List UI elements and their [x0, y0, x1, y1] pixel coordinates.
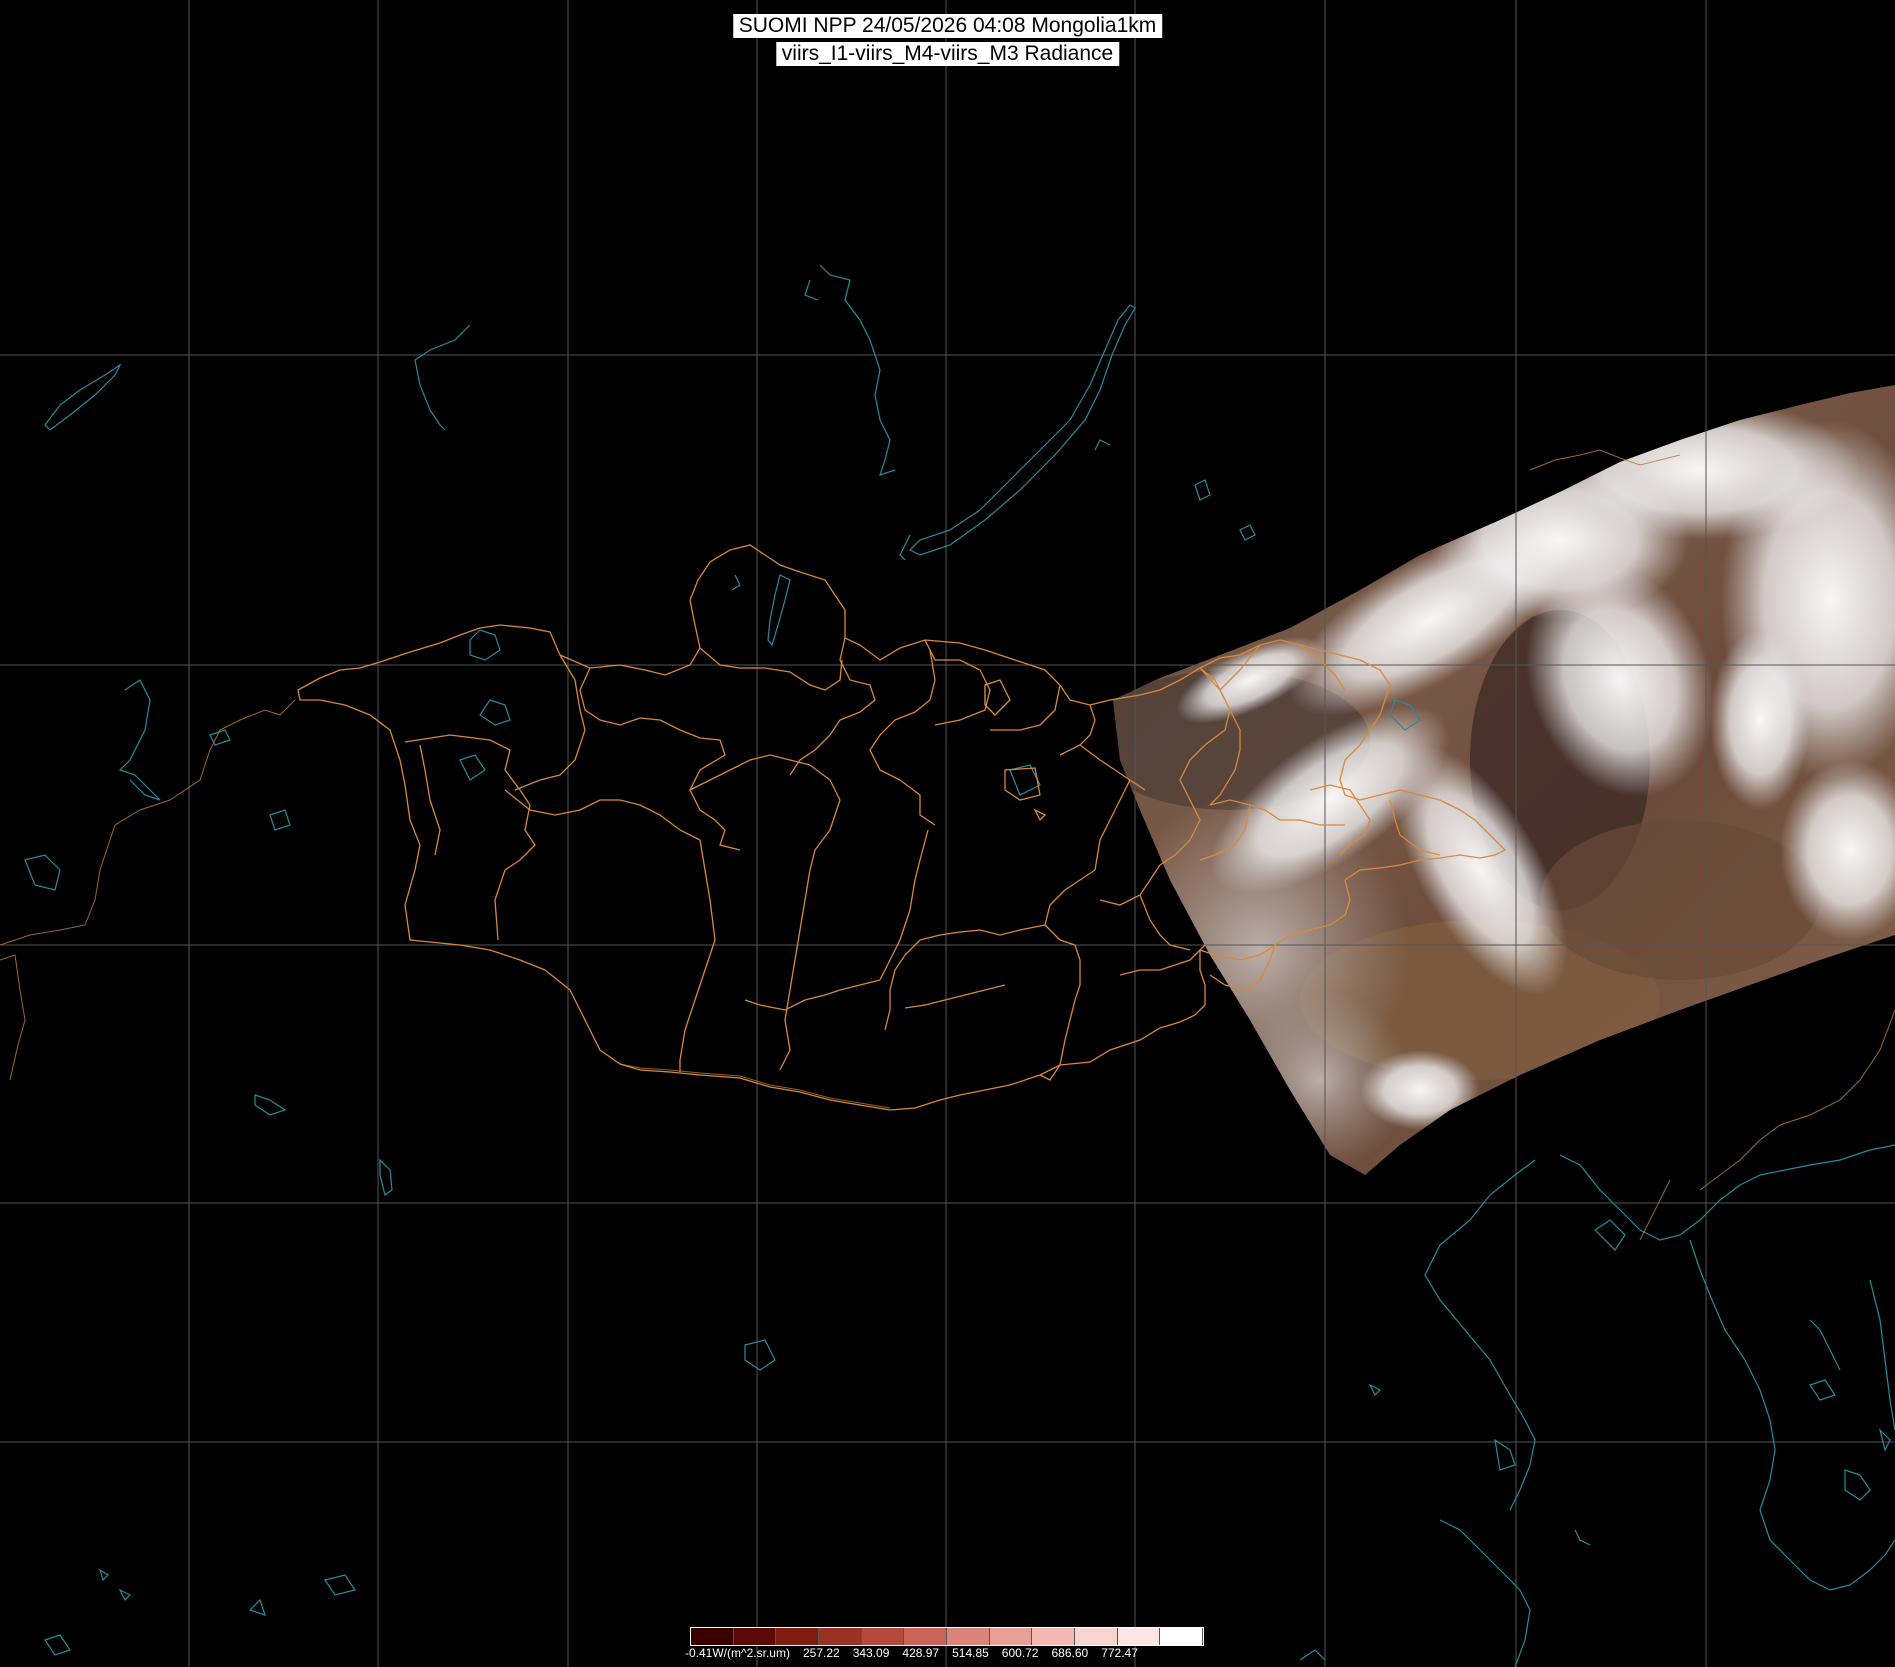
satellite-map-viewer: SUOMI NPP 24/05/2026 04:08 Mongolia1km v… — [0, 0, 1895, 1667]
colorbar-label: 514.85 — [952, 1646, 989, 1660]
mongolia-china-border — [619, 1063, 891, 1109]
colorbar-swatch — [1117, 1628, 1161, 1645]
map-subtitle: viirs_I1-viirs_M4-viirs_M3 Radiance — [775, 42, 1120, 66]
colorbar-swatch — [947, 1628, 990, 1645]
colorbar-labels: -0.41W/(m^2.sr.um) 257.22 343.09 428.97 514.… — [685, 1646, 1225, 1662]
map-title: SUOMI NPP 24/05/2026 04:08 Mongolia1km — [732, 14, 1163, 38]
colorbar-swatch — [904, 1628, 948, 1645]
colorbar-swatch — [691, 1628, 734, 1645]
colorbar-swatch — [861, 1628, 905, 1645]
colorbar — [690, 1627, 1204, 1646]
colorbar-swatch — [819, 1628, 862, 1645]
colorbar-label: 343.09 — [852, 1646, 890, 1660]
satellite-map — [0, 0, 1895, 1667]
colorbar-swatch — [1075, 1628, 1118, 1645]
colorbar-label: 257.22 — [802, 1646, 840, 1660]
colorbar-label: -0.41W/(m^2.sr.um) — [685, 1646, 790, 1660]
colorbar-swatch — [776, 1628, 820, 1645]
colorbar-label: 686.60 — [1051, 1646, 1089, 1660]
colorbar-label: 428.97 — [902, 1646, 940, 1660]
colorbar-swatch — [1160, 1628, 1204, 1645]
colorbar-swatch — [1032, 1628, 1076, 1645]
colorbar-label: 600.72 — [1001, 1646, 1039, 1660]
colorbar-swatch — [733, 1628, 777, 1645]
satellite-swath — [1113, 385, 1895, 1175]
colorbar-swatch — [989, 1628, 1033, 1645]
colorbar-label: 772.47 — [1101, 1646, 1138, 1660]
